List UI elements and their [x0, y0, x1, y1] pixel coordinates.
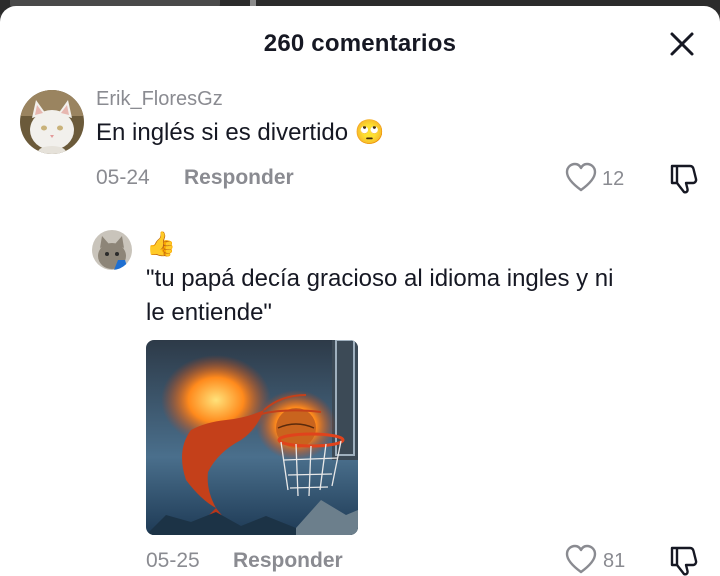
reply-text-line: le entiende" [146, 299, 272, 326]
heart-icon [565, 162, 597, 192]
reply-button[interactable]: Responder [233, 549, 343, 573]
reply-button[interactable]: Responder [184, 166, 294, 190]
dislike-icon [670, 164, 698, 194]
close-button[interactable] [664, 26, 700, 62]
comment-username[interactable]: Erik_FloresGz [96, 88, 223, 111]
comments-sheet: 260 comentarios Erik_FloresGz En inglés … [0, 6, 720, 576]
heart-icon [565, 544, 597, 574]
like-button[interactable] [564, 162, 598, 194]
dislike-icon [670, 546, 698, 576]
dislike-button[interactable] [666, 544, 700, 576]
comments-count-title: 260 comentarios [263, 30, 457, 57]
comment-date: 05-24 [96, 166, 150, 189]
avatar[interactable] [20, 90, 84, 154]
close-icon [670, 32, 694, 56]
like-count: 81 [603, 550, 626, 572]
like-count: 12 [602, 168, 625, 190]
reply-text-line: "tu papá decía gracioso al idioma ingles… [146, 265, 614, 292]
like-button[interactable] [564, 544, 598, 576]
dislike-button[interactable] [666, 162, 700, 196]
comment-text: En inglés si es divertido 🙄 [96, 119, 385, 146]
reply-avatar[interactable] [92, 230, 132, 270]
reply-attached-image[interactable] [146, 340, 358, 535]
reply-date: 05-25 [146, 549, 200, 572]
reply-emoji: 👍 [146, 231, 176, 258]
